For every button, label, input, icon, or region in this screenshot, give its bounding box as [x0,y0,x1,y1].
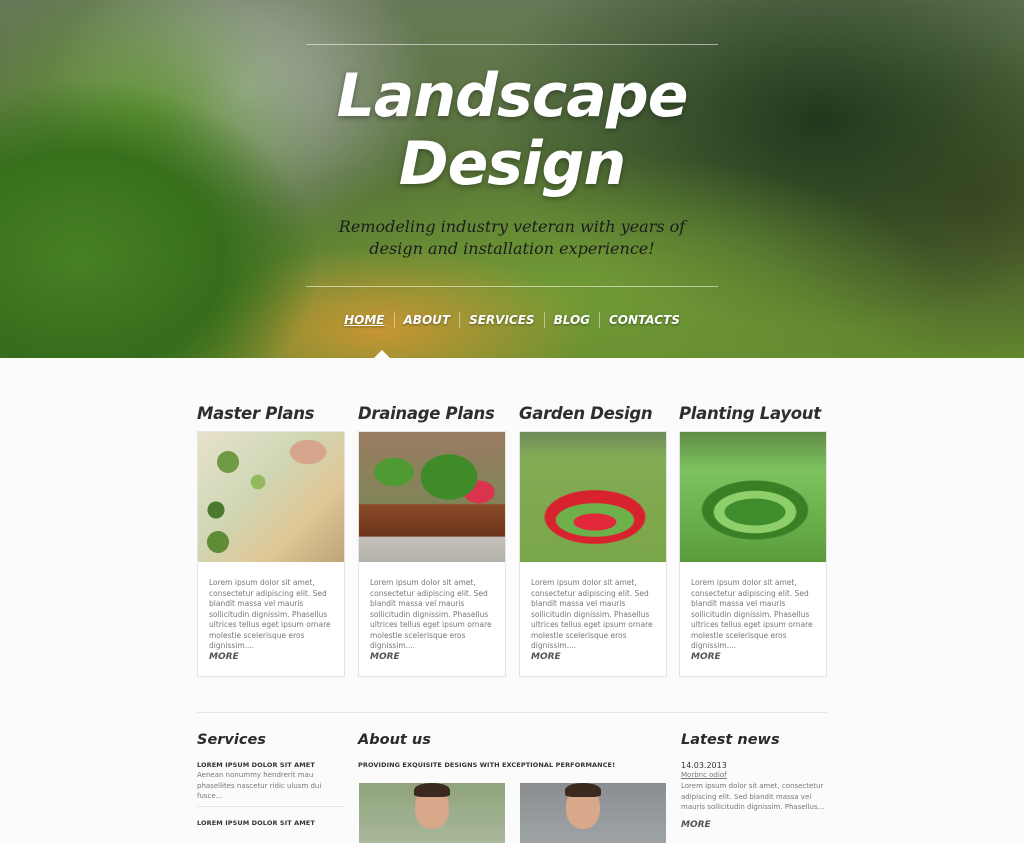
nav-item-about[interactable]: ABOUT [393,312,460,328]
card-title-master-plans[interactable]: Master Plans [197,404,314,423]
news-text: Lorem ipsum dolor sit amet, consectetur … [681,782,825,811]
nav-item-services[interactable]: SERVICES [459,312,543,328]
more-link[interactable]: MORE [531,652,561,662]
service-card-garden-design: Lorem ipsum dolor sit amet, consectetur … [519,431,667,677]
service-item-heading[interactable]: LOREM IPSUM DOLOR SIT AMET [197,819,315,827]
master-plans-image[interactable] [198,432,344,562]
hero-title-line1: Landscape [336,61,689,131]
more-link[interactable]: MORE [370,652,400,662]
card-description: Lorem ipsum dolor sit amet, consectetur … [531,578,653,650]
service-separator [197,806,345,807]
person-hair [414,783,450,797]
hero-subtitle-line2: design and installation experience! [369,239,655,258]
garden-design-image[interactable] [520,432,666,562]
nav-active-indicator [374,350,390,358]
card-description: Lorem ipsum dolor sit amet, consectetur … [691,578,813,650]
team-photo[interactable] [359,783,505,843]
hero-banner: Landscape Design Remodeling industry vet… [0,0,1024,358]
card-title-drainage-plans[interactable]: Drainage Plans [358,404,495,423]
drainage-plans-image[interactable] [359,432,505,562]
service-card-planting-layout: Lorem ipsum dolor sit amet, consectetur … [679,431,827,677]
news-more-link[interactable]: MORE [681,820,711,830]
main-nav: HOME ABOUT SERVICES BLOG CONTACTS [0,312,1024,328]
team-photo[interactable] [520,783,666,843]
hero-title: Landscape Design [262,62,762,198]
section-divider [197,712,827,713]
about-heading: About us [358,732,431,748]
nav-item-contacts[interactable]: CONTACTS [599,312,689,328]
service-item-heading[interactable]: LOREM IPSUM DOLOR SIT AMET [197,761,315,769]
news-link[interactable]: Morbnc odiof [681,771,727,779]
hero-title-line2: Design [398,129,626,199]
more-link[interactable]: MORE [691,652,721,662]
more-link[interactable]: MORE [209,652,239,662]
card-description: Lorem ipsum dolor sit amet, consectetur … [209,578,331,650]
nav-item-home[interactable]: HOME [335,312,393,328]
card-title-planting-layout[interactable]: Planting Layout [679,404,821,423]
nav-item-blog[interactable]: BLOG [543,312,599,328]
hero-subtitle-line1: Remodeling industry veteran with years o… [338,217,686,236]
card-description: Lorem ipsum dolor sit amet, consectetur … [370,578,492,650]
hero-subtitle: Remodeling industry veteran with years o… [282,216,742,260]
card-title-garden-design[interactable]: Garden Design [519,404,653,423]
hero-top-rule [306,44,718,45]
service-card-master-plans: Lorem ipsum dolor sit amet, consectetur … [197,431,345,677]
hero-bottom-rule [306,286,718,287]
planting-layout-image[interactable] [680,432,826,562]
service-card-drainage-plans: Lorem ipsum dolor sit amet, consectetur … [358,431,506,677]
news-date: 14.03.2013 [681,761,727,770]
news-heading: Latest news [681,732,780,748]
service-item-text: Aenean nonummy hendrerit mau phasellites… [197,771,322,800]
person-hair [565,783,601,797]
services-heading: Services [197,732,266,748]
about-tagline: PROVIDING EXQUISITE DESIGNS WITH EXCEPTI… [358,761,616,769]
